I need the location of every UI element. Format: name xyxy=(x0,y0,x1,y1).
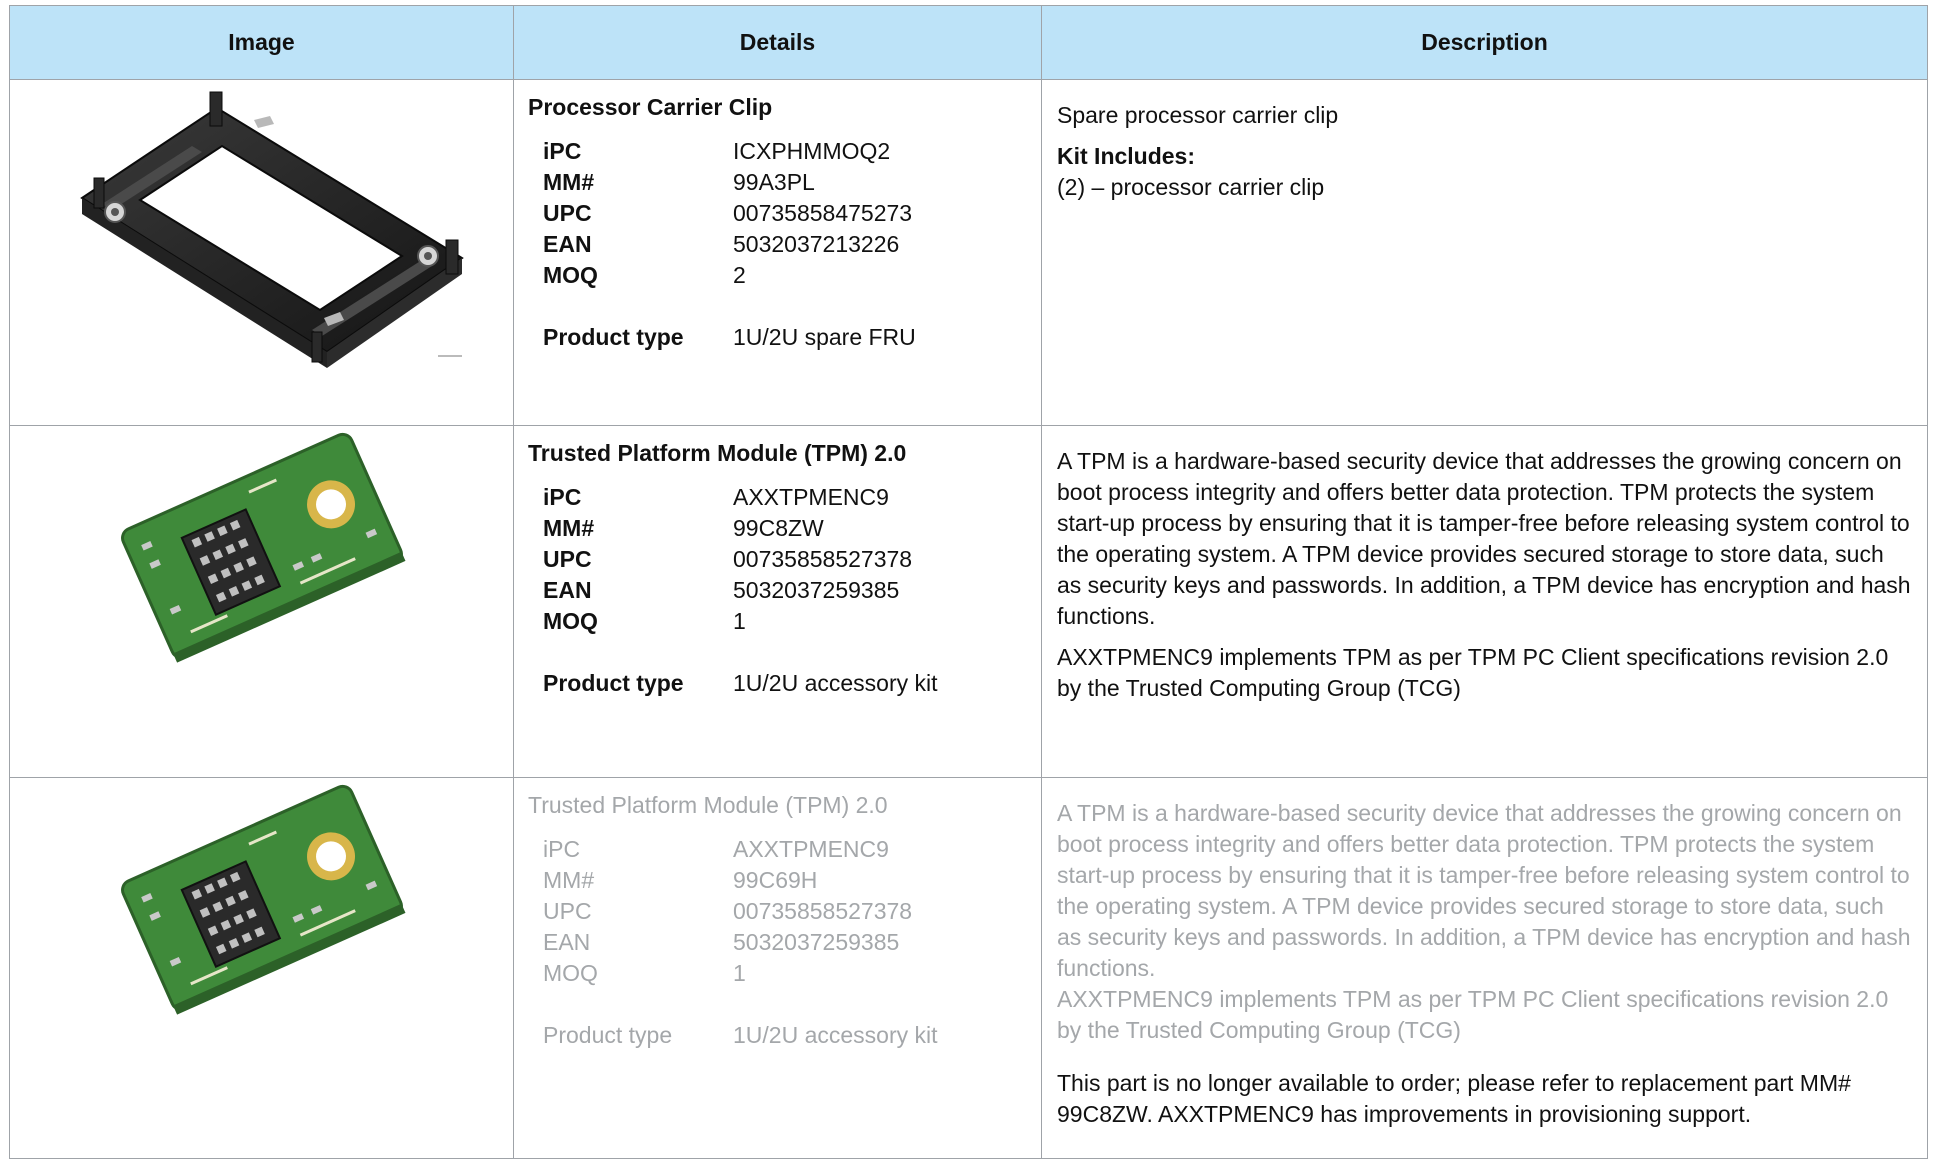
spec-value-ean: 5032037213226 xyxy=(733,231,900,257)
spec-value-ean: 5032037259385 xyxy=(733,929,900,955)
spec-value-ipc: AXXTPMENC9 xyxy=(733,484,889,510)
image-cell xyxy=(9,79,514,426)
description-text: A TPM is a hardware-based security devic… xyxy=(1057,800,1911,981)
spec-value-ipc: ICXPHMMOQ2 xyxy=(733,138,891,164)
spec-label-moq: MOQ xyxy=(543,960,598,986)
kit-item: (2) – processor carrier clip xyxy=(1057,174,1325,200)
spec-value-mm: 99C69H xyxy=(733,867,818,893)
details-cell: Trusted Platform Module (TPM) 2.0 iPC AX… xyxy=(513,777,1042,1159)
tpm-module-image xyxy=(120,784,405,1015)
spec-value-upc: 00735858527378 xyxy=(733,546,913,572)
spec-label-ipc: iPC xyxy=(543,484,582,510)
header-description: Description xyxy=(1041,5,1928,80)
spec-label-ean: EAN xyxy=(543,231,592,257)
discontinued-notice: This part is no longer available to orde… xyxy=(1057,1070,1851,1127)
spec-label-product-type: Product type xyxy=(543,1022,673,1048)
description-cell: Spare processor carrier clip Kit Include… xyxy=(1041,79,1928,426)
product-title: Trusted Platform Module (TPM) 2.0 xyxy=(528,440,907,466)
spec-value-product-type: 1U/2U accessory kit xyxy=(733,670,938,696)
spec-label-ipc: iPC xyxy=(543,836,581,862)
spec-label-mm: MM# xyxy=(543,867,595,893)
spec-value-moq: 1 xyxy=(733,960,746,986)
spec-label-mm: MM# xyxy=(543,515,595,541)
header-details: Details xyxy=(513,5,1042,80)
spec-label-moq: MOQ xyxy=(543,262,598,288)
description-cell: A TPM is a hardware-based security devic… xyxy=(1041,425,1928,778)
description-spec-note: AXXTPMENC9 implements TPM as per TPM PC … xyxy=(1057,644,1889,701)
spec-label-upc: UPC xyxy=(543,546,592,572)
processor-carrier-clip-image xyxy=(79,91,464,368)
spec-value-mm: 99A3PL xyxy=(733,169,815,195)
details-cell: Trusted Platform Module (TPM) 2.0 iPC AX… xyxy=(513,425,1042,778)
spec-value-moq: 1 xyxy=(733,608,746,634)
table-row: Processor Carrier Clip iPC ICXPHMMOQ2 MM… xyxy=(9,79,1928,426)
spec-value-product-type: 1U/2U spare FRU xyxy=(733,324,916,350)
spec-label-mm: MM# xyxy=(543,169,595,195)
product-table: Image Details Description Processor Carr… xyxy=(9,5,1928,1159)
product-title: Trusted Platform Module (TPM) 2.0 xyxy=(528,792,888,818)
product-title: Processor Carrier Clip xyxy=(528,94,773,120)
spec-value-upc: 00735858527378 xyxy=(733,898,913,924)
spec-value-ean: 5032037259385 xyxy=(733,577,900,603)
spec-list: iPC AXXTPMENC9 MM# 99C8ZW UPC 0073585852… xyxy=(528,482,1027,699)
spec-label-product-type: Product type xyxy=(543,670,684,696)
spec-label-ipc: iPC xyxy=(543,138,582,164)
details-cell: Processor Carrier Clip iPC ICXPHMMOQ2 MM… xyxy=(513,79,1042,426)
image-cell xyxy=(9,425,514,778)
spec-label-ean: EAN xyxy=(543,929,591,955)
spec-value-upc: 00735858475273 xyxy=(733,200,913,226)
table-row: Trusted Platform Module (TPM) 2.0 iPC AX… xyxy=(9,425,1928,778)
description-text: Spare processor carrier clip xyxy=(1057,102,1339,128)
spec-value-mm: 99C8ZW xyxy=(733,515,824,541)
spec-label-upc: UPC xyxy=(543,898,592,924)
description-text: A TPM is a hardware-based security devic… xyxy=(1057,448,1911,629)
spec-label-moq: MOQ xyxy=(543,608,598,634)
tpm-module-image xyxy=(120,432,405,663)
spec-value-moq: 2 xyxy=(733,262,746,288)
description-cell: A TPM is a hardware-based security devic… xyxy=(1041,777,1928,1159)
image-cell xyxy=(9,777,514,1159)
spec-list: iPC ICXPHMMOQ2 MM# 99A3PL UPC 0073585847… xyxy=(528,136,1027,353)
spec-list: iPC AXXTPMENC9 MM# 99C69H UPC 0073585852… xyxy=(528,834,1027,1051)
spec-label-product-type: Product type xyxy=(543,324,684,350)
table-row: Trusted Platform Module (TPM) 2.0 iPC AX… xyxy=(9,777,1928,1159)
table-header-row: Image Details Description xyxy=(9,5,1928,80)
header-image: Image xyxy=(9,5,514,80)
spec-label-ean: EAN xyxy=(543,577,592,603)
spec-value-product-type: 1U/2U accessory kit xyxy=(733,1022,938,1048)
description-spec-note: AXXTPMENC9 implements TPM as per TPM PC … xyxy=(1057,986,1889,1043)
kit-includes-heading: Kit Includes: xyxy=(1057,143,1196,169)
spec-value-ipc: AXXTPMENC9 xyxy=(733,836,889,862)
spec-label-upc: UPC xyxy=(543,200,592,226)
